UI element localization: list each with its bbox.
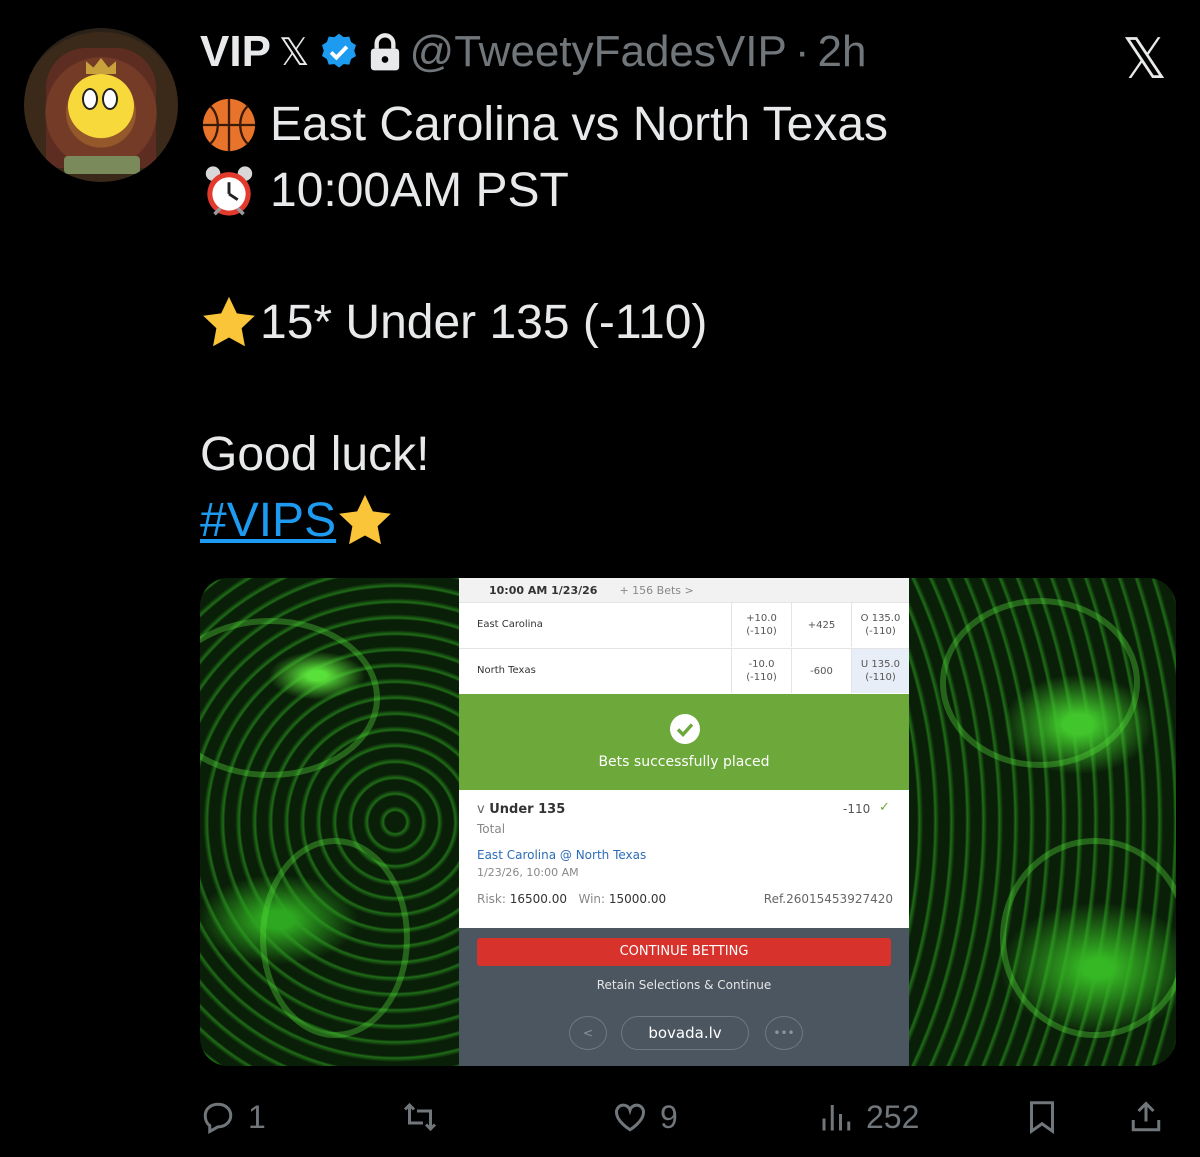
swirl-decoration [200, 618, 380, 778]
event-time: 1/23/26, 10:00 AM [477, 866, 579, 879]
swirl-decoration [260, 838, 410, 1038]
bet-odds: -110 [843, 802, 871, 816]
verified-badge-icon [321, 33, 356, 68]
avatar-money [64, 156, 140, 174]
bet-slip-header: 10:00 AM 1/23/26 + 156 Bets > [459, 578, 909, 602]
game-text: East Carolina vs North Texas [270, 98, 889, 151]
continue-betting-button: CONTINUE BETTING [477, 938, 891, 966]
retain-selections-link: Retain Selections & Continue [596, 978, 772, 992]
repost-icon [403, 1102, 437, 1132]
star-emoji-icon [203, 296, 255, 347]
bet-slip-footer: CONTINUE BETTING Retain Selections & Con… [459, 928, 909, 1066]
more-icon: ••• [765, 1016, 803, 1050]
repost-button[interactable] [402, 1092, 450, 1142]
bet-confirmed-check-icon: ✓ [879, 800, 890, 815]
more-bets-link: + 156 Bets > [619, 583, 694, 597]
time-line: 10:00AM PST [200, 158, 888, 224]
tweet-actions: 1 9 252 [0, 1092, 1200, 1142]
pick-text: 15* Under 135 (-110) [260, 296, 708, 349]
avatar-eye [102, 88, 118, 110]
total-cell-selected: U 135.0 (-110) [851, 649, 909, 693]
avatar-bird [68, 74, 134, 138]
avatar-eye [82, 88, 98, 110]
moneyline-cell: +425 [791, 603, 851, 647]
reply-button[interactable]: 1 [200, 1092, 266, 1142]
views-count: 252 [866, 1098, 920, 1135]
game-line: East Carolina vs North Texas [200, 92, 888, 158]
chevron-down-icon: v [477, 802, 485, 817]
views-button[interactable]: 252 [818, 1092, 919, 1142]
reply-count: 1 [248, 1098, 266, 1135]
tweet-text: East Carolina vs North Texas 10:00AM PST… [200, 92, 888, 554]
bet-type: Total [477, 822, 506, 836]
like-button[interactable]: 9 [612, 1092, 678, 1142]
x-badge-icon: 𝕏 [278, 31, 310, 74]
x-logo-icon[interactable]: 𝕏 [1122, 26, 1167, 92]
author-handle[interactable]: @TweetyFadesVIP [410, 27, 787, 77]
bet-reference: Ref.26015453927420 [763, 892, 893, 906]
success-banner: Bets successfully placed [459, 694, 909, 790]
odds-row: North Texas -10.0 (-110) -600 U 135.0 (-11… [459, 648, 909, 693]
swirl-decoration [1000, 838, 1176, 1038]
spread-cell: -10.0 (-110) [731, 649, 791, 693]
bet-slip-screenshot: 10:00 AM 1/23/26 + 156 Bets > East Carol… [459, 578, 909, 1066]
bet-detail: v Under 135 Total -110 ✓ East Carolina @… [459, 790, 909, 928]
dot-separator: · [794, 27, 810, 76]
bookmark-icon [1030, 1101, 1054, 1135]
hashtag-link[interactable]: #VIPS [200, 488, 336, 554]
matchup-link: East Carolina @ North Texas [477, 848, 647, 862]
back-icon: < [569, 1016, 607, 1050]
author-name[interactable]: VIP [200, 27, 271, 77]
signoff-text: Good luck! [200, 428, 430, 481]
selection-label: v Under 135 [477, 802, 566, 817]
avatar[interactable] [24, 28, 178, 182]
site-url: bovada.lv [621, 1016, 749, 1050]
views-chart-icon [822, 1105, 851, 1131]
pick-line: 15* Under 135 (-110) [200, 290, 888, 356]
lock-icon [370, 33, 399, 71]
success-check-icon [670, 714, 700, 744]
bookmark-button[interactable] [1024, 1092, 1060, 1142]
tweet-header: VIP 𝕏 @TweetyFadesVIP · 2h [200, 27, 866, 77]
team-name: East Carolina [477, 619, 543, 630]
reply-icon [203, 1102, 233, 1134]
spread-cell: +10.0 (-110) [731, 603, 791, 647]
total-cell: O 135.0 (-110) [851, 603, 909, 647]
star-emoji-icon [339, 494, 391, 545]
like-count: 9 [660, 1098, 678, 1135]
hashtag-line: #VIPS [200, 488, 888, 554]
event-date: 10:00 AM 1/23/26 [489, 583, 598, 597]
tweet-age[interactable]: 2h [817, 27, 866, 77]
success-message: Bets successfully placed [598, 754, 770, 770]
alarm-clock-emoji-icon [205, 166, 253, 216]
risk-win: Risk: 16500.00 Win: 15000.00 [477, 892, 667, 906]
tweet-media[interactable]: 10:00 AM 1/23/26 + 156 Bets > East Carol… [200, 578, 1176, 1066]
share-icon [1131, 1101, 1161, 1132]
odds-row: East Carolina +10.0 (-110) +425 O 135.0 (-… [459, 602, 909, 647]
time-text: 10:00AM PST [270, 164, 569, 217]
heart-icon [615, 1103, 645, 1132]
basketball-emoji-icon [202, 98, 256, 152]
signoff-line: Good luck! [200, 422, 888, 488]
team-name: North Texas [477, 665, 536, 676]
swirl-decoration [940, 598, 1140, 768]
share-button[interactable] [1128, 1092, 1164, 1142]
moneyline-cell: -600 [791, 649, 851, 693]
